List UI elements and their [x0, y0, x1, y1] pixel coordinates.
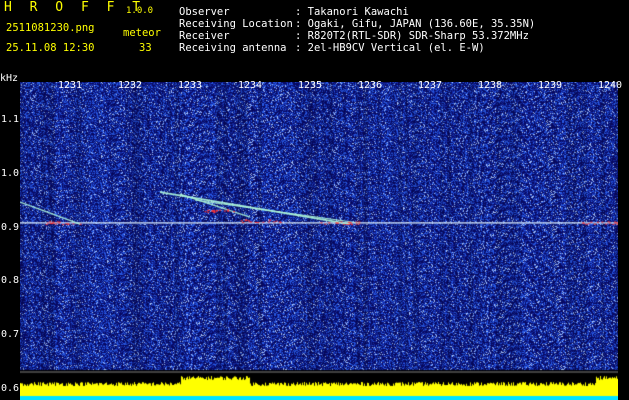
spectrogram-canvas[interactable]	[20, 82, 618, 400]
info-value-observer: : Takanori Kawachi	[295, 6, 409, 18]
y-tick-label: 1.0	[1, 167, 20, 179]
info-value-antenna: : 2el-HB9CV Vertical (el. E-W)	[295, 42, 485, 54]
x-tick-label: 1236	[358, 80, 383, 91]
app-name: H R O F F T	[4, 0, 146, 15]
info-key-antenna: Receiving antenna	[179, 42, 287, 54]
x-tick-label: 1231	[58, 80, 83, 91]
y-tick-label: 0.8	[1, 275, 20, 287]
meteor-label: meteor	[123, 27, 161, 39]
y-tick-label: 0.7	[1, 329, 20, 341]
x-tick-label: 1233	[178, 80, 203, 91]
info-key-observer: Observer	[179, 6, 230, 18]
x-tick-label: 1237	[418, 80, 443, 91]
info-value-location: : Ogaki, Gifu, JAPAN (136.60E, 35.35N)	[295, 18, 536, 30]
info-value-receiver: : R820T2(RTL-SDR) SDR-Sharp 53.372MHz	[295, 30, 529, 42]
info-key-location: Receiving Location	[179, 18, 293, 30]
timestamp: 25.11.08 12:30	[6, 42, 95, 54]
file-name: 2511081230.png	[6, 22, 95, 34]
app-version: 1.0.0	[126, 6, 154, 16]
x-tick-label: 1238	[478, 80, 503, 91]
y-axis	[0, 82, 20, 400]
meteor-count: 33	[139, 42, 152, 54]
x-tick-label: 1239	[538, 80, 563, 91]
x-tick-label: 1240	[598, 80, 623, 91]
y-tick-label: 0.9	[1, 221, 20, 233]
info-key-receiver: Receiver	[179, 30, 230, 42]
y-tick-label: 1.1	[1, 113, 20, 125]
right-margin	[618, 82, 629, 400]
header-panel: H R O F F T 1.0.0 2511081230.png meteor …	[0, 0, 629, 74]
x-tick-label: 1235	[298, 80, 323, 91]
y-tick-label: 0.6	[1, 383, 20, 395]
x-tick-label: 1234	[238, 80, 263, 91]
x-tick-label: 1232	[118, 80, 143, 91]
